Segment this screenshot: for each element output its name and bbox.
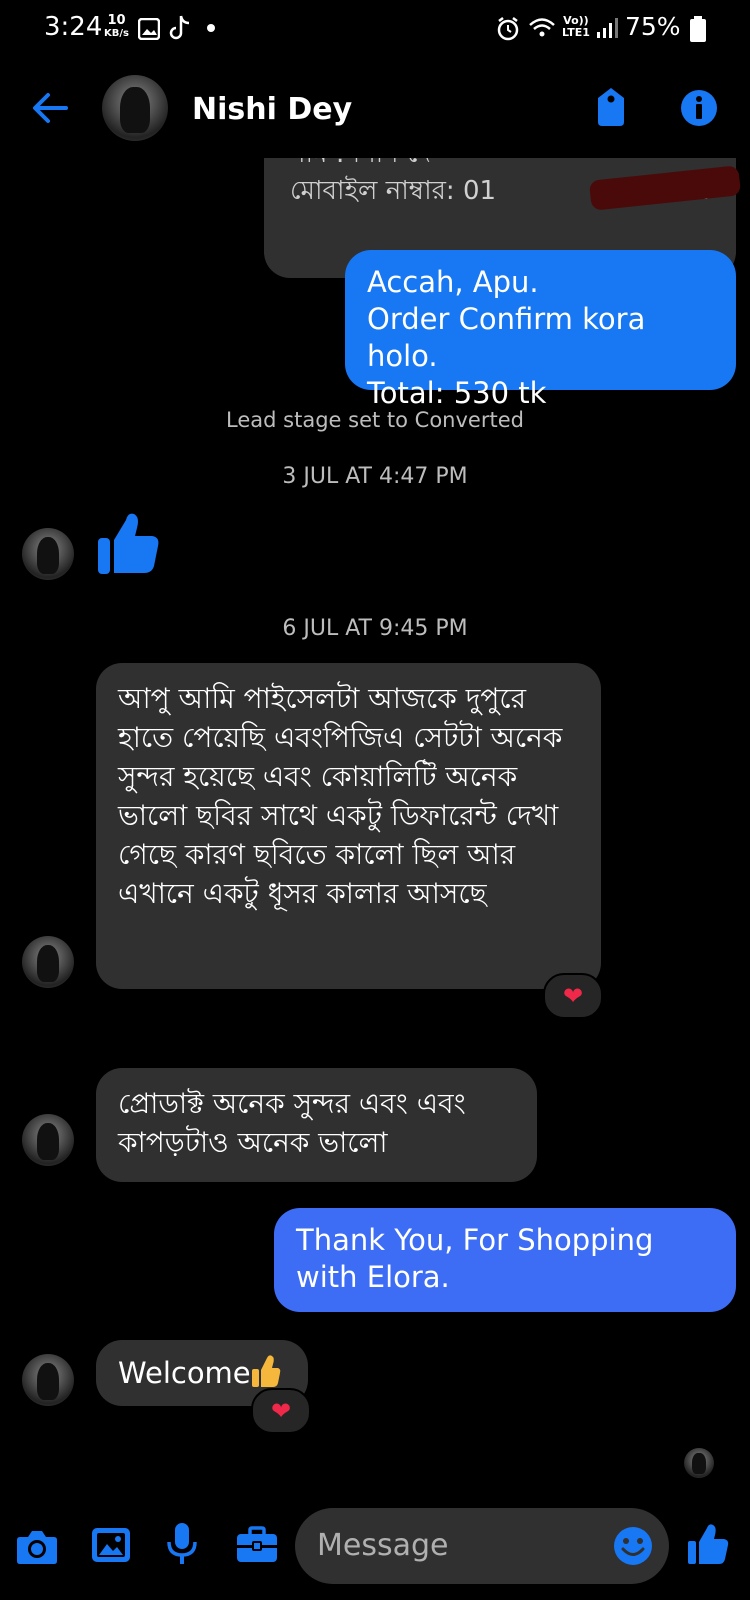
tiktok-notification-icon <box>169 15 190 40</box>
thumbs-up-message-icon <box>98 513 159 574</box>
sender-avatar <box>22 528 74 580</box>
timestamp: 6 JUL AT 9:45 PM <box>282 616 468 641</box>
redaction-mark <box>588 165 742 211</box>
message-list[interactable]: নাম : নিশি দে মোবাইল নাম্বার: 01 ... Acc… <box>0 158 750 1483</box>
status-time: 3:24 <box>44 12 103 42</box>
network-type: LTE1 <box>562 26 590 39</box>
tag-icon[interactable] <box>594 86 628 128</box>
network-speed-unit: KB/s <box>104 28 129 39</box>
contact-avatar[interactable] <box>102 75 168 141</box>
sender-avatar <box>22 1354 74 1406</box>
volte-indicator: Vo)) LTE1 <box>562 14 590 39</box>
gallery-notification-icon <box>138 18 160 40</box>
sent-order-line: Total: 530 tk <box>367 376 547 410</box>
message-placeholder: Message <box>317 1528 449 1563</box>
wifi-icon <box>529 18 555 37</box>
thumbs-up-emoji-icon <box>251 1355 280 1387</box>
sent-order-line: Order Confirm kora holo. <box>367 302 646 373</box>
contact-name[interactable]: Nishi Dey <box>192 92 352 127</box>
heart-icon: ❤ <box>562 982 584 1010</box>
lead-stage-notice: Lead stage set to Converted <box>226 408 524 432</box>
read-receipt-avatar <box>684 1448 714 1478</box>
info-icon[interactable] <box>680 89 718 127</box>
microphone-icon[interactable] <box>166 1522 198 1566</box>
heart-reaction[interactable]: ❤ <box>251 1388 311 1434</box>
briefcase-icon[interactable] <box>236 1526 278 1564</box>
timestamp: 3 JUL AT 4:47 PM <box>282 464 468 489</box>
network-speed: 10 KB/s <box>104 14 129 40</box>
sent-order-line: Accah, Apu. <box>367 265 539 299</box>
alarm-icon <box>497 17 519 41</box>
network-speed-value: 10 <box>107 13 126 28</box>
sender-avatar <box>22 936 74 988</box>
battery-icon <box>690 16 706 42</box>
message-input[interactable]: Message <box>295 1508 669 1584</box>
battery-percent: 75% <box>625 12 681 41</box>
camera-icon[interactable] <box>16 1527 58 1565</box>
welcome-text: Welcome <box>118 1356 251 1390</box>
heart-icon: ❤ <box>270 1397 292 1425</box>
received-message-bubble: আপু আমি পাইসেলটা আজকে দুপুরে হাতে পেয়েছ… <box>96 663 601 989</box>
partial-name-line: নাম : নিশি দে <box>290 158 710 173</box>
gallery-icon[interactable] <box>91 1526 131 1564</box>
sender-avatar <box>22 1114 74 1166</box>
sent-message-bubble: Accah, Apu. Order Confirm kora holo. Tot… <box>345 250 736 410</box>
back-arrow-icon[interactable] <box>30 88 70 128</box>
emoji-icon[interactable] <box>613 1526 653 1566</box>
thumbs-up-send-icon[interactable] <box>687 1523 729 1565</box>
heart-reaction[interactable]: ❤ <box>543 973 603 1019</box>
signal-icon <box>597 18 618 38</box>
notification-dot <box>207 24 215 32</box>
received-message-bubble: প্রোডাক্ট অনেক সুন্দর এবং এবং কাপড়টাও অ… <box>96 1068 537 1182</box>
partial-mobile-text: মোবাইল নাম্বার: 01 <box>290 176 497 206</box>
partial-mobile-line: মোবাইল নাম্বার: 01 ... <box>290 165 742 211</box>
sent-message-bubble: Thank You, For Shopping with Elora. <box>274 1208 736 1312</box>
